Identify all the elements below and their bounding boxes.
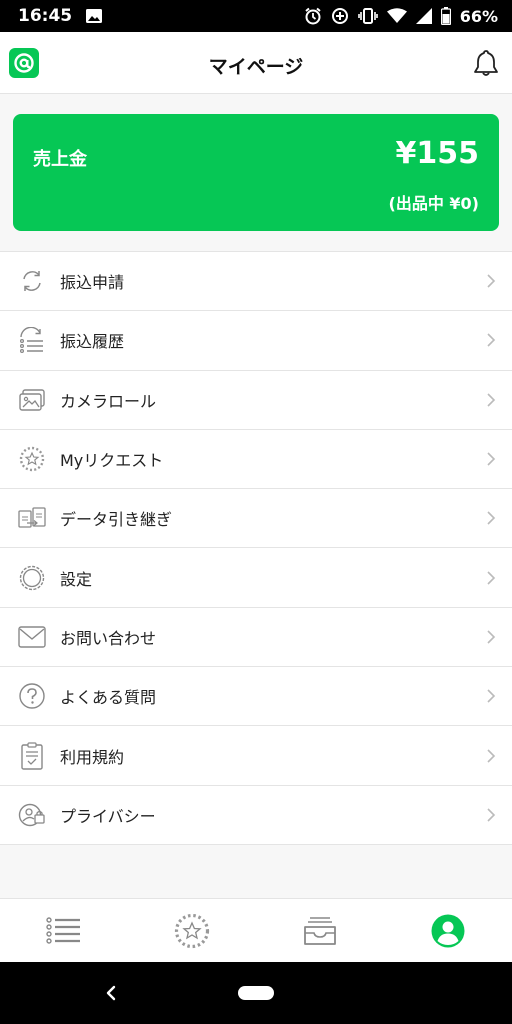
profile-icon <box>431 914 465 947</box>
question-icon <box>18 682 46 710</box>
status-bar: 16:45 66% <box>0 0 512 32</box>
alarm-icon <box>304 7 322 25</box>
menu-item-my-request[interactable]: Myリクエスト <box>0 430 512 490</box>
tab-my-page[interactable] <box>384 899 512 963</box>
history-list-icon <box>18 326 46 354</box>
chevron-right-icon <box>486 807 496 823</box>
chevron-right-icon <box>486 332 496 348</box>
tab-request[interactable] <box>128 899 256 963</box>
chevron-right-icon <box>486 748 496 764</box>
menu-item-transfer-history[interactable]: 振込履歴 <box>0 311 512 371</box>
menu-item-label: プライバシー <box>60 806 156 826</box>
chevron-right-icon <box>486 688 496 704</box>
notification-bell-button[interactable] <box>470 47 502 79</box>
list-icon <box>46 916 80 944</box>
signal-icon <box>415 8 432 24</box>
bottom-tab-bar <box>0 898 512 962</box>
sales-amount: ¥155 <box>395 136 480 171</box>
tab-inbox[interactable] <box>256 899 384 963</box>
battery-percent: 66% <box>459 6 498 26</box>
sales-label: 売上金 <box>33 149 87 170</box>
star-circle-icon <box>18 445 46 473</box>
photo-icon <box>18 386 46 414</box>
page-title: マイページ <box>208 56 304 78</box>
menu-item-label: よくある質問 <box>60 688 157 708</box>
nav-back-button[interactable] <box>102 982 120 1004</box>
menu-item-label: データ引き継ぎ <box>60 510 173 530</box>
mail-icon <box>18 623 46 651</box>
menu-item-privacy[interactable]: プライバシー <box>0 786 512 845</box>
battery-icon <box>440 7 451 25</box>
wifi-icon <box>386 8 407 24</box>
menu-item-contact[interactable]: お問い合わせ <box>0 608 512 668</box>
sales-card[interactable]: 売上金 ¥155 (出品中 ¥0) <box>13 114 499 231</box>
clipboard-icon <box>18 741 46 770</box>
inbox-icon <box>304 916 336 945</box>
menu-item-label: 振込履歴 <box>60 332 125 352</box>
chevron-right-icon <box>486 451 496 467</box>
menu-list: 振込申請 振込履歴 カメラロール Myリクエスト データ引き継ぎ 設定 お問い合… <box>0 251 512 845</box>
menu-item-camera-roll[interactable]: カメラロール <box>0 371 512 430</box>
menu-item-terms[interactable]: 利用規約 <box>0 726 512 786</box>
status-time: 16:45 <box>18 6 73 26</box>
chevron-right-icon <box>486 273 496 289</box>
chevron-right-icon <box>486 570 496 586</box>
menu-item-settings[interactable]: 設定 <box>0 548 512 608</box>
menu-item-label: カメラロール <box>60 391 157 411</box>
listing-amount: (出品中 ¥0) <box>388 194 479 213</box>
chevron-right-icon <box>486 629 496 645</box>
menu-item-label: 振込申請 <box>60 273 125 293</box>
chevron-right-icon <box>486 392 496 408</box>
gear-icon <box>18 564 46 592</box>
nav-home-pill[interactable] <box>238 986 274 1000</box>
tab-timeline[interactable] <box>0 899 128 963</box>
menu-item-label: お問い合わせ <box>60 628 157 648</box>
data-saver-icon <box>331 7 349 25</box>
app-header: マイページ <box>0 32 512 94</box>
sales-card-area: 売上金 ¥155 (出品中 ¥0) <box>0 95 512 251</box>
back-chevron-icon <box>106 985 116 1001</box>
menu-item-label: Myリクエスト <box>60 451 164 471</box>
vibrate-icon <box>357 8 378 24</box>
bell-icon <box>474 50 498 76</box>
menu-item-label: 設定 <box>60 569 93 589</box>
star-circle-icon <box>174 913 210 948</box>
menu-item-label: 利用規約 <box>60 747 125 767</box>
menu-item-transfer-request[interactable]: 振込申請 <box>0 252 512 312</box>
system-nav-bar <box>0 962 512 1024</box>
menu-item-data-transfer[interactable]: データ引き継ぎ <box>0 489 512 549</box>
menu-item-faq[interactable]: よくある質問 <box>0 667 512 727</box>
chevron-right-icon <box>486 510 496 526</box>
privacy-icon <box>18 801 46 829</box>
image-notification-icon <box>86 9 103 23</box>
refresh-icon <box>18 267 46 295</box>
transfer-icon <box>18 504 46 532</box>
